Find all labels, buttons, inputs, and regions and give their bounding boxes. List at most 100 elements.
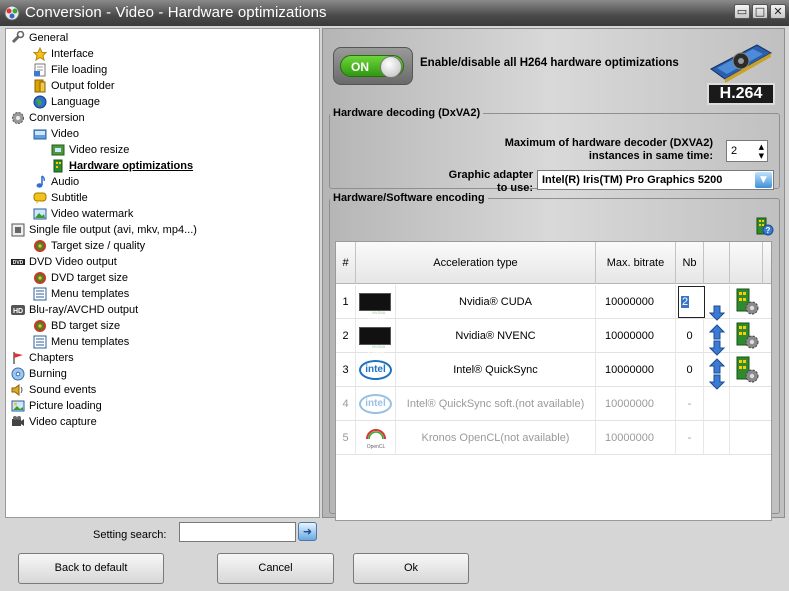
nb-cell[interactable]: 0 [676,353,704,387]
max-bitrate-cell[interactable]: 10000000 [596,353,676,387]
graphics-card-icon [710,44,773,83]
menu-template-icon [33,287,47,301]
tree-item-label: Chapters [29,352,74,364]
globe-icon [33,95,47,109]
hd-icon: HD [11,303,25,317]
acceleration-type-cell: Intel® QuickSync soft.(not available) [396,387,596,421]
tree-item-label: Subtitle [51,192,88,204]
svg-text:OpenCL: OpenCL [367,444,386,450]
max-decoder-spinner[interactable]: 2 ▲ ▼ [726,140,768,162]
tree-item-label: Language [51,96,100,108]
col-header-order [704,242,730,284]
move-up-icon[interactable] [708,320,726,340]
spinner-up-icon[interactable]: ▲ [759,143,764,151]
ok-button[interactable]: Ok [353,553,469,584]
speaker-icon [11,383,25,397]
row-logo-cell: NVIDIA CUDA [356,285,396,323]
order-arrows-cell [704,285,730,321]
tree-item-label: Hardware optimizations [69,160,194,172]
file-icon [33,63,47,77]
encoder-settings-icon[interactable] [734,356,760,384]
max-decoder-value: 2 [731,145,738,157]
minimize-button[interactable]: ▭ [734,4,750,19]
back-to-default-button[interactable]: Back to default [18,553,164,584]
max-bitrate-cell: 10000000 [596,387,676,421]
hardware-encoding-legend: Hardware/Software encoding [333,192,485,204]
cancel-button[interactable]: Cancel [217,553,334,584]
max-decoder-label-line2: instances in same time: [588,150,713,162]
move-up-icon[interactable] [708,354,726,374]
hardware-encoding-group: Hardware/Software encoding ? # Accelerat… [329,192,780,521]
dropdown-arrow-icon[interactable]: ▼ [755,172,772,188]
move-down-icon[interactable] [708,301,726,321]
dvd-icon: DVD [11,255,25,269]
picture-icon [11,399,25,413]
detect-hardware-icon[interactable]: ? [754,216,774,236]
nb-cell[interactable]: 0 [676,319,704,353]
encoding-row[interactable]: 1 NVIDIA CUDA Nvidia® CUDA 10000000 2 [336,285,771,323]
encoder-settings-icon[interactable] [734,322,760,350]
nb-edit-field[interactable]: 2 [678,286,705,318]
acceleration-type-cell: Kronos OpenCL(not available) [396,421,596,455]
search-go-button[interactable]: ➜ [298,522,317,541]
col-header-acceleration-type[interactable]: Acceleration type [356,242,596,284]
tree-item-label: Picture loading [29,400,102,412]
col-header-nb[interactable]: Nb [676,242,704,284]
max-bitrate-cell[interactable]: 10000000 [596,319,676,353]
gpu-icon [51,159,65,173]
settings-cell [730,387,763,421]
encoding-row[interactable]: 3 intel Intel® QuickSync 10000000 0 [336,353,771,390]
hardware-decoding-legend: Hardware decoding (DxVA2) [333,107,481,119]
nb-cell: - [676,421,704,455]
tree-item-label: BD target size [51,320,121,332]
setting-search-input[interactable] [179,522,296,542]
order-arrows-cell [704,319,730,356]
move-down-icon[interactable] [708,370,726,390]
row-logo-cell: intel [356,387,396,421]
row-number: 4 [336,387,356,421]
graphic-adapter-select[interactable]: Intel(R) Iris(TM) Pro Graphics 5200 ▼ [537,170,774,190]
maximize-button[interactable]: □ [752,4,768,19]
tree-item-label: Video resize [69,144,130,156]
video-icon [33,127,47,141]
settings-cell [730,319,763,353]
tree-item-label: DVD target size [51,272,129,284]
max-bitrate-cell[interactable]: 10000000 [596,285,676,319]
tree-item-label: Blu-ray/AVCHD output [29,304,139,316]
row-logo-cell: OpenCL [356,421,396,455]
tree-item-label: File loading [51,64,108,76]
col-header-number[interactable]: # [336,242,356,284]
encoder-settings-icon[interactable] [734,288,760,316]
col-header-max-bitrate[interactable]: Max. bitrate [596,242,676,284]
close-button[interactable]: ✕ [770,4,786,19]
encoding-row[interactable]: 5 OpenCL Kronos OpenCL(not available) 10000… [336,421,771,455]
target-icon [33,271,47,285]
encoding-row[interactable]: 2 NVIDIA CUDA Nvidia® NVENC 10000000 0 [336,319,771,357]
max-bitrate-cell: 10000000 [596,421,676,455]
wrench-icon [11,30,25,45]
tree-item-label: Single file output (avi, mkv, mp4...) [29,224,197,236]
window-title: Conversion - Video - Hardware optimizati… [25,4,327,21]
nvidia-cuda-logo-icon: NVIDIA CUDA [359,327,391,357]
h264-hardware-toggle[interactable]: ON [333,47,413,85]
row-number: 3 [336,353,356,387]
disc-icon [11,367,25,381]
acceleration-type-cell: Nvidia® CUDA [396,285,596,319]
hardware-decoding-group: Hardware decoding (DxVA2) Maximum of har… [329,107,780,194]
spinner-down-icon[interactable]: ▼ [759,152,764,160]
nb-edit-value: 2 [681,296,690,308]
move-down-icon[interactable] [708,336,726,356]
encoding-row[interactable]: 4 intel Intel® QuickSync soft.(not availab… [336,387,771,421]
app-logo-icon [4,5,20,21]
row-logo-cell: intel [356,353,396,387]
acceleration-type-cell: Intel® QuickSync [396,353,596,387]
row-logo-cell: NVIDIA CUDA [356,319,396,357]
tree-item-label: Audio [51,176,80,188]
toggle-knob [380,56,402,78]
graphic-adapter-value: Intel(R) Iris(TM) Pro Graphics 5200 [542,174,723,186]
nvidia-cuda-logo-icon: NVIDIA CUDA [359,293,391,323]
row-number: 5 [336,421,356,455]
row-number: 1 [336,285,356,319]
tree-item-label: Menu templates [51,288,130,300]
encoding-table: # Acceleration type Max. bitrate Nb 1 NVI… [335,241,772,521]
